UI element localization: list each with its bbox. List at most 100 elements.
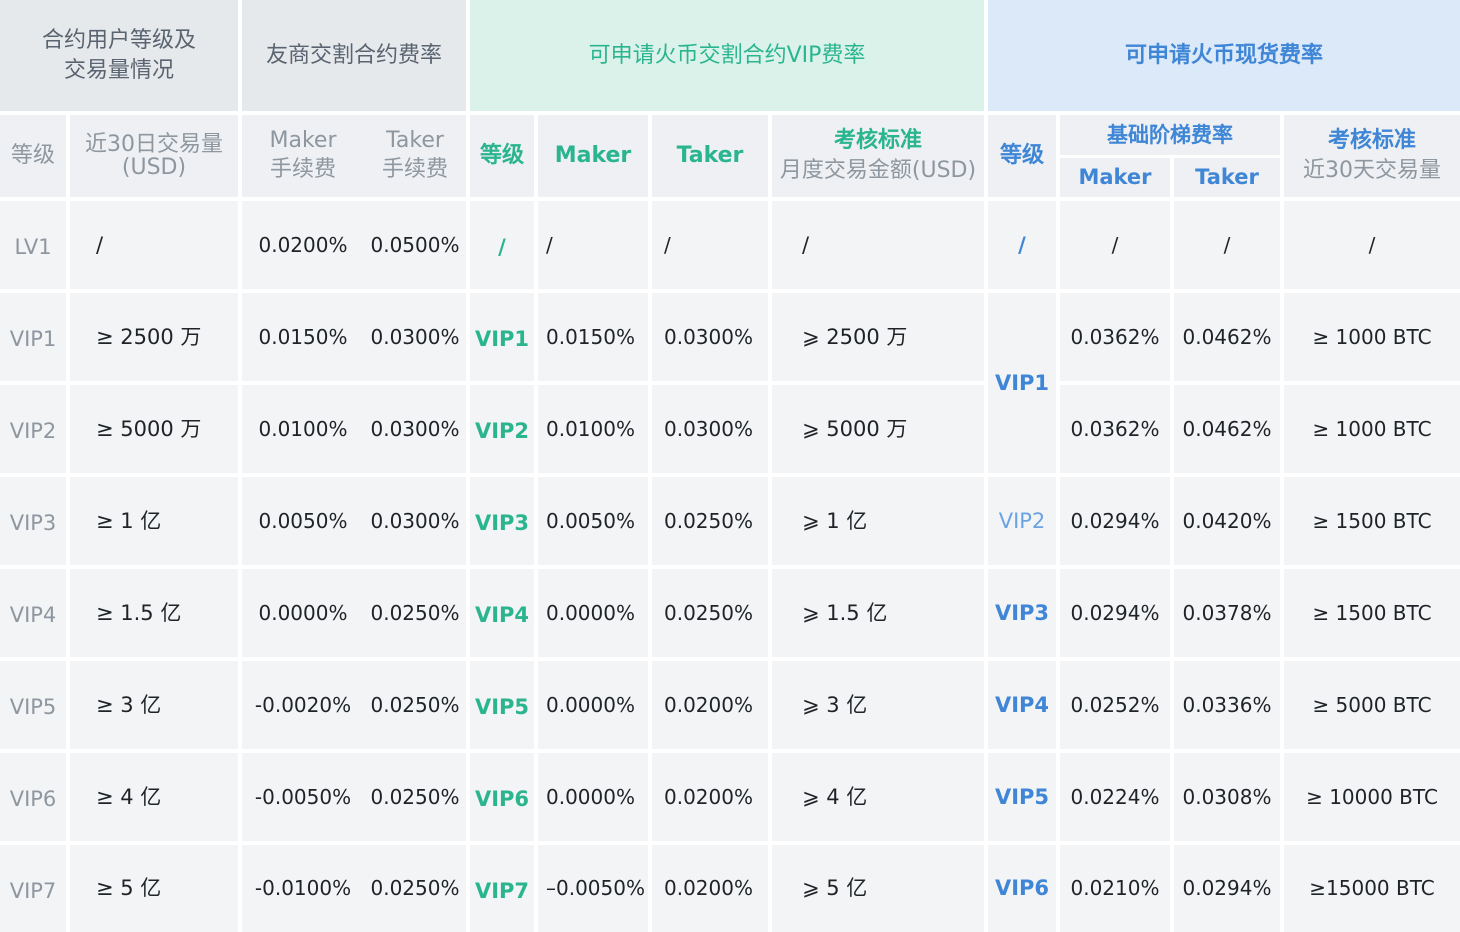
table-row-spot-maker: 0.0224% <box>1060 753 1170 841</box>
header-spot-rate: 可申请火币现货费率 <box>988 0 1460 111</box>
row-volume: ≥ 3 亿 <box>96 692 162 717</box>
table-row-futures-maker: 0.0000% <box>538 753 648 841</box>
subheader-spot-maker: Maker <box>1060 158 1170 197</box>
subheader-peer-maker-label: Maker 手续费 <box>269 128 337 182</box>
table-row-futures-criteria: ⩾ 2500 万 <box>772 293 984 381</box>
row-futures-maker: 0.0000% <box>546 600 635 625</box>
row-spot-criteria: ≥ 1000 BTC <box>1312 416 1432 441</box>
row-spot-maker: 0.0294% <box>1070 508 1160 533</box>
row-volume: ≥ 2500 万 <box>96 324 202 349</box>
table-row-peer-maker: -0.0020% <box>242 661 364 749</box>
row-level: LV1 <box>14 235 52 259</box>
header-title-user-level: 合约用户等级及 交易量情况 <box>41 27 196 83</box>
subheader-futures-taker: Taker <box>652 115 768 197</box>
row-futures-taker: 0.0200% <box>664 876 753 900</box>
table-row-spot-criteria: ≥ 1000 BTC <box>1284 293 1460 381</box>
table-row-spot-level: / <box>988 201 1056 289</box>
table-row-peer-taker: 0.0250% <box>364 569 466 657</box>
row-futures-criteria: ⩾ 1.5 亿 <box>802 600 888 625</box>
table-row-spot-maker: / <box>1060 201 1170 289</box>
row-futures-level: / <box>498 235 506 259</box>
table-row-futures-taker: 0.0250% <box>652 477 768 565</box>
table-row-spot-taker: 0.0462% <box>1174 293 1280 381</box>
table-row-spot-criteria: ≥ 5000 BTC <box>1284 661 1460 749</box>
table-row-peer-taker: 0.0300% <box>364 385 466 473</box>
table-row-spot-maker: 0.0252% <box>1060 661 1170 749</box>
row-volume: ≥ 1 亿 <box>96 508 162 533</box>
table-row-spot-taker: 0.0420% <box>1174 477 1280 565</box>
subheader-futures-level: 等级 <box>470 115 534 197</box>
table-row-volume: ≥ 1 亿 <box>70 477 238 565</box>
row-peer-taker: 0.0250% <box>370 692 460 717</box>
table-row-futures-taker: 0.0300% <box>652 385 768 473</box>
row-futures-level: VIP7 <box>474 879 530 903</box>
header-contract-user-level: 合约用户等级及 交易量情况 <box>0 0 238 111</box>
row-peer-maker: -0.0100% <box>254 876 352 900</box>
table-row-spot-taker: 0.0308% <box>1174 753 1280 841</box>
table-row-futures-criteria: ⩾ 5000 万 <box>772 385 984 473</box>
subheader-futures-criteria-title: 考核标准 <box>833 128 922 154</box>
table-row-futures-taker: 0.0200% <box>652 753 768 841</box>
row-futures-taker: 0.0300% <box>664 324 753 349</box>
row-futures-level: VIP6 <box>474 787 530 811</box>
table-row-level: VIP5 <box>0 661 66 749</box>
table-row-level: VIP6 <box>0 753 66 841</box>
row-futures-criteria: ⩾ 1 亿 <box>802 508 868 533</box>
table-row-spot-level: VIP2 <box>988 477 1056 565</box>
table-row-volume: ≥ 3 亿 <box>70 661 238 749</box>
table-row-spot-level: VIP5 <box>988 753 1056 841</box>
table-row-futures-level: VIP5 <box>470 661 534 749</box>
row-peer-taker: 0.0300% <box>370 416 460 441</box>
table-row-volume: ≥ 2500 万 <box>70 293 238 381</box>
row-spot-level: VIP5 <box>994 784 1050 809</box>
table-row-futures-criteria: ⩾ 1.5 亿 <box>772 569 984 657</box>
table-row-futures-level: VIP4 <box>470 569 534 657</box>
table-row-level: VIP2 <box>0 385 66 473</box>
table-row-futures-maker: 0.0150% <box>538 293 648 381</box>
header-futures-vip: 可申请火币交割合约VIP费率 <box>470 0 984 111</box>
table-row-spot-criteria: ≥ 1000 BTC <box>1284 385 1460 473</box>
table-row-spot-maker: 0.0362% <box>1060 293 1170 381</box>
row-peer-maker: -0.0050% <box>254 784 352 809</box>
row-spot-taker: / <box>1223 232 1231 257</box>
table-row-peer-taker: 0.0500% <box>364 201 466 289</box>
table-row-volume: ≥ 4 亿 <box>70 753 238 841</box>
table-row-peer-maker: 0.0150% <box>242 293 364 381</box>
row-level: VIP6 <box>9 787 57 811</box>
row-spot-criteria: ≥15000 BTC <box>1309 876 1435 900</box>
table-row-peer-taker: 0.0300% <box>364 477 466 565</box>
row-spot-criteria: ≥ 5000 BTC <box>1312 692 1432 717</box>
row-volume: ≥ 5 亿 <box>96 876 162 901</box>
row-futures-maker: 0.0150% <box>546 324 635 349</box>
table-row-peer-taker: 0.0300% <box>364 293 466 381</box>
subheader-spot-criteria-sub: 近30天交易量 <box>1303 158 1441 183</box>
row-futures-criteria: ⩾ 3 亿 <box>802 692 868 717</box>
table-row-spot-taker: 0.0294% <box>1174 845 1280 932</box>
row-spot-maker: 0.0294% <box>1070 600 1160 625</box>
row-futures-level: VIP2 <box>474 419 530 443</box>
table-row-spot-maker: 0.0294% <box>1060 569 1170 657</box>
row-spot-taker: 0.0308% <box>1182 784 1272 809</box>
table-row-futures-level: VIP7 <box>470 845 534 932</box>
row-spot-level: VIP2 <box>998 508 1046 533</box>
table-row-spot-maker: 0.0294% <box>1060 477 1170 565</box>
table-row-futures-maker: 0.0050% <box>538 477 648 565</box>
table-row-peer-maker: -0.0100% <box>242 845 364 932</box>
row-spot-criteria: ≥ 10000 BTC <box>1306 784 1438 809</box>
row-level: VIP1 <box>9 327 57 351</box>
header-peer-rate: 友商交割合约费率 <box>242 0 466 111</box>
row-spot-level: VIP6 <box>994 876 1050 901</box>
row-futures-maker: 0.0000% <box>546 692 635 717</box>
row-peer-taker: 0.0250% <box>370 784 460 809</box>
table-row-spot-criteria: ≥ 1500 BTC <box>1284 569 1460 657</box>
row-spot-level: VIP3 <box>994 600 1050 625</box>
subheader-spot-taker-label: Taker <box>1195 165 1259 190</box>
row-futures-criteria: ⩾ 4 亿 <box>802 784 868 809</box>
table-row-spot-taker: / <box>1174 201 1280 289</box>
row-futures-taker: 0.0200% <box>664 784 753 809</box>
row-spot-maker: 0.0362% <box>1070 324 1160 349</box>
row-spot-criteria: ≥ 1500 BTC <box>1312 508 1432 533</box>
subheader-peer-taker-label: Taker 手续费 <box>381 128 448 182</box>
table-row-spot-taker: 0.0336% <box>1174 661 1280 749</box>
table-row-futures-criteria: / <box>772 201 984 289</box>
